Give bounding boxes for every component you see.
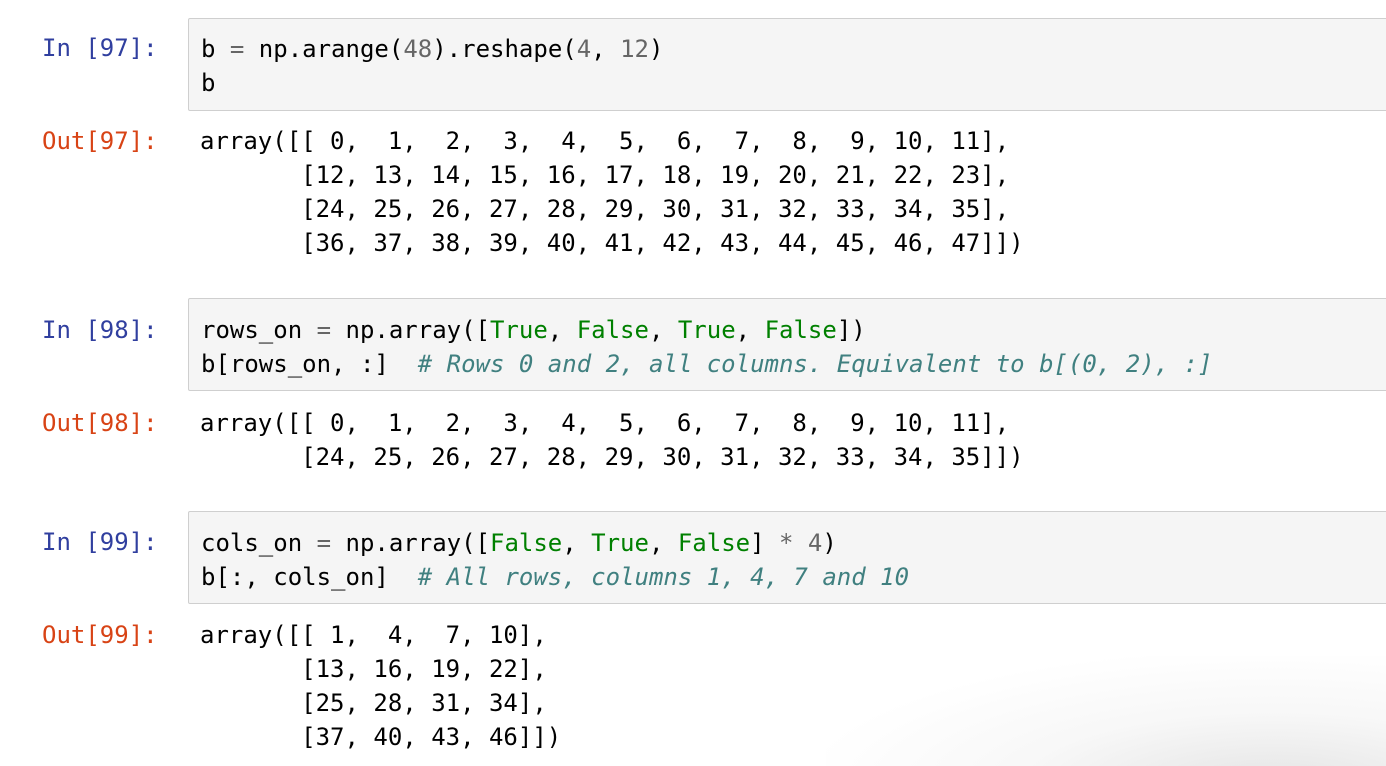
input-prompt: In [99]: — [42, 528, 158, 556]
code-comment: # Rows 0 and 2, all columns. Equivalent … — [417, 350, 1213, 378]
output-line: [25, 28, 31, 34], — [200, 689, 547, 717]
output-prompt: Out[97]: — [42, 127, 158, 155]
code-line: b[rows_on, :] # Rows 0 and 2, all column… — [201, 350, 1213, 378]
code-line: cols_on = np.array([False, True, False] … — [201, 529, 837, 557]
code-input-area[interactable]: b = np.arange(48).reshape(4, 12) b — [188, 18, 1386, 111]
output-line: array([[ 1, 4, 7, 10], — [200, 621, 547, 649]
code-line: b[:, cols_on] # All rows, columns 1, 4, … — [201, 563, 910, 591]
output-line: [24, 25, 26, 27, 28, 29, 30, 31, 32, 33,… — [200, 195, 1010, 223]
code-comment: # All rows, columns 1, 4, 7 and 10 — [417, 563, 910, 591]
output-line: [12, 13, 14, 15, 16, 17, 18, 19, 20, 21,… — [200, 161, 1010, 189]
output-line: [24, 25, 26, 27, 28, 29, 30, 31, 32, 33,… — [200, 443, 1024, 471]
code-line: rows_on = np.array([True, False, True, F… — [201, 316, 866, 344]
code-input-area[interactable]: cols_on = np.array([False, True, False] … — [188, 511, 1386, 604]
output-line: [13, 16, 19, 22], — [200, 655, 547, 683]
output-line: array([[ 0, 1, 2, 3, 4, 5, 6, 7, 8, 9, 1… — [200, 409, 1010, 437]
bottom-right-shadow — [826, 656, 1386, 766]
output-prompt: Out[99]: — [42, 621, 158, 649]
output-prompt: Out[98]: — [42, 409, 158, 437]
input-prompt: In [98]: — [42, 316, 158, 344]
input-prompt: In [97]: — [42, 34, 158, 62]
output-line: array([[ 0, 1, 2, 3, 4, 5, 6, 7, 8, 9, 1… — [200, 127, 1010, 155]
code-line: b = np.arange(48).reshape(4, 12) — [201, 35, 664, 63]
output-line: [37, 40, 43, 46]]) — [200, 723, 562, 751]
output-line: [36, 37, 38, 39, 40, 41, 42, 43, 44, 45,… — [200, 229, 1024, 257]
code-line: b — [201, 69, 216, 97]
code-input-area[interactable]: rows_on = np.array([True, False, True, F… — [188, 298, 1386, 391]
